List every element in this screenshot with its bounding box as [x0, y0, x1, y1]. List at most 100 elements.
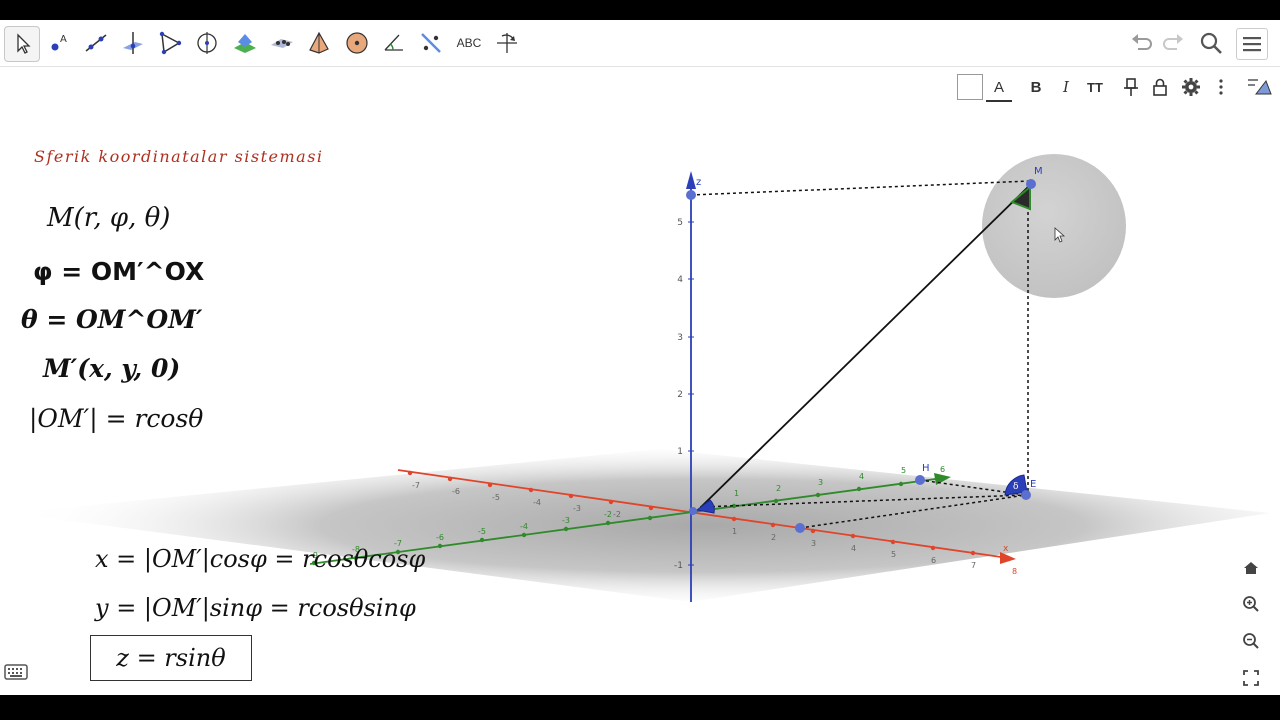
y-tick-label: -3 — [562, 516, 570, 525]
fullscreen-icon — [1243, 670, 1259, 686]
sphere[interactable] — [982, 154, 1126, 298]
polygon-tool-button[interactable] — [153, 26, 187, 60]
formula-OM-prime: |OM′| = rcosθ — [29, 404, 204, 433]
segment-OM[interactable] — [700, 184, 1031, 508]
plane-tool-button[interactable] — [265, 26, 299, 60]
x-tick-label: -4 — [533, 498, 541, 507]
x-tick-label: -7 — [412, 481, 420, 490]
x-tick-label: 5 — [891, 550, 896, 559]
point-H-label: H — [922, 463, 930, 474]
formula-theta: θ = OM^OM′ — [21, 305, 203, 334]
z-tick-label: -1 — [674, 561, 683, 571]
y-tick-label: -6 — [436, 533, 444, 542]
line-icon — [85, 34, 107, 52]
point-H[interactable] — [915, 475, 925, 485]
x-tick-label: 2 — [771, 533, 776, 542]
z-tick-label: 2 — [677, 390, 683, 400]
reflect-tool-button[interactable] — [414, 26, 448, 60]
polygon-icon — [159, 31, 182, 55]
virtual-keyboard-button[interactable] — [4, 663, 28, 681]
menu-icon — [1243, 37, 1261, 52]
formula-y: y = |OM′|sinφ = rcosθsinφ — [95, 594, 416, 622]
angle-icon — [384, 34, 403, 51]
search-icon — [1200, 32, 1222, 54]
point-E-label: E — [1030, 479, 1036, 490]
angle-tool-button[interactable] — [377, 26, 411, 60]
xy-plane — [10, 449, 1270, 602]
x-tick-label: -2 — [613, 510, 621, 519]
x-axis-label: x — [1003, 544, 1009, 554]
y-tick-label: 5 — [901, 466, 906, 475]
z-axis-label: z — [696, 177, 701, 188]
redo-icon — [1163, 34, 1183, 50]
z-tick-label: 5 — [677, 218, 683, 228]
zoom-out-button[interactable] — [1238, 628, 1264, 654]
text-icon: ABC — [456, 36, 482, 50]
formula-phi: φ = OM′^OX — [33, 257, 205, 286]
y-tick-label: 3 — [818, 478, 823, 487]
y-tick-label: -5 — [478, 527, 486, 536]
reflect-icon — [421, 33, 441, 53]
x-tick-label: -5 — [492, 493, 500, 502]
undo-button[interactable] — [1127, 28, 1157, 58]
point-M[interactable] — [1026, 179, 1036, 189]
svg-text:A: A — [60, 34, 67, 45]
x-tick-label: 7 — [971, 561, 976, 570]
fullscreen-button[interactable] — [1238, 665, 1264, 691]
point-origin[interactable] — [689, 507, 697, 515]
graphics-3d-view[interactable]: Sferik koordinatalar sistemasi z 5 4 3 2… — [0, 67, 1280, 695]
pyramid-tool-button[interactable] — [302, 26, 336, 60]
home-icon — [1244, 562, 1258, 574]
z-tick-label: 4 — [677, 275, 683, 285]
move-tool-button[interactable] — [4, 26, 40, 62]
sphere-tool-button[interactable] — [340, 26, 374, 60]
rotate-view-icon — [497, 33, 517, 53]
y-tick-label: -2 — [604, 510, 612, 519]
main-menu-button[interactable] — [1236, 28, 1268, 60]
plane-icon — [271, 39, 293, 48]
perpendicular-line-icon — [123, 32, 143, 54]
zoom-in-button[interactable] — [1238, 591, 1264, 617]
rotate-view-tool-button[interactable] — [490, 26, 524, 60]
x-tick-label: 3 — [811, 539, 816, 548]
formula-M-prime: M′(x, y, 0) — [43, 354, 181, 383]
y-tick-label: 4 — [859, 472, 864, 481]
y-tick-label: 1 — [734, 489, 739, 498]
formula-x: x = |OM′|cosφ = rcosθcosφ — [95, 545, 426, 573]
intersect-tool-button[interactable] — [228, 26, 262, 60]
point-M-label: M — [1034, 166, 1043, 177]
line-tool-button[interactable] — [79, 26, 113, 60]
geogebra-window: A ABC A B I TT Sferik koordinatalar sist… — [0, 20, 1280, 695]
formula-M-spherical: M(r, φ, θ) — [47, 203, 171, 233]
y-tick-label: -4 — [520, 522, 528, 531]
search-button[interactable] — [1196, 28, 1226, 58]
toolbar: A ABC — [0, 20, 1280, 67]
x-tick-label: 4 — [851, 544, 856, 553]
point-tool-button[interactable]: A — [42, 26, 76, 60]
point-icon: A — [51, 34, 67, 51]
y-tick-label: 6 — [940, 465, 945, 474]
x-tick-label: 6 — [931, 556, 936, 565]
x-tick-label: -6 — [452, 487, 460, 496]
zoom-out-icon — [1243, 633, 1259, 649]
point-z-top[interactable] — [686, 190, 696, 200]
cursor-arrow-icon — [17, 33, 31, 54]
zoom-in-icon — [1243, 596, 1259, 612]
pyramid-icon — [309, 31, 329, 54]
point-E[interactable] — [1021, 490, 1031, 500]
x-tick-label: 1 — [732, 527, 737, 536]
home-view-button[interactable] — [1238, 555, 1264, 581]
angle-delta-label: δ — [1013, 482, 1018, 492]
x-tick-label: 8 — [1012, 567, 1017, 576]
undo-icon — [1132, 34, 1152, 50]
redo-button[interactable] — [1158, 28, 1188, 58]
y-tick-label: 2 — [776, 484, 781, 493]
x-tick-label: -3 — [573, 504, 581, 513]
circle-axis-tool-button[interactable] — [190, 26, 224, 60]
point-on-x[interactable] — [795, 523, 805, 533]
keyboard-icon — [4, 664, 28, 680]
sphere-icon — [346, 32, 368, 54]
perpendicular-tool-button[interactable] — [116, 26, 150, 60]
intersect-surfaces-icon — [234, 34, 256, 53]
text-tool-button[interactable]: ABC — [452, 26, 486, 60]
